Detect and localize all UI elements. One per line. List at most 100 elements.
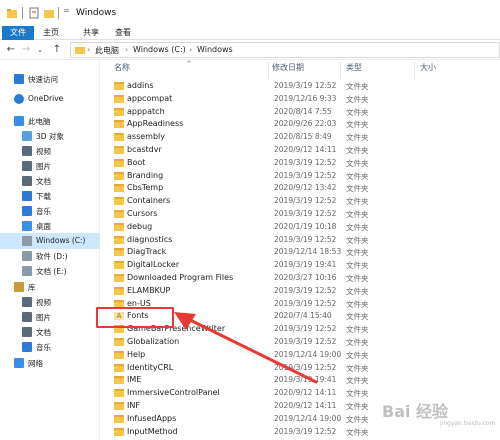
file-row[interactable]: addins 2019/3/19 12:52 文件夹 [100, 80, 500, 93]
sidebar-item-label: Windows (C:) [36, 236, 86, 245]
sidebar-item[interactable]: 图片 [0, 309, 100, 325]
breadcrumb-drive[interactable]: Windows (C:) [133, 45, 186, 54]
file-type: 文件夹 [346, 197, 369, 207]
file-type: 文件夹 [346, 376, 369, 386]
file-name: ELAMBKUP [127, 285, 171, 295]
music-icon [22, 206, 32, 216]
sidebar-item[interactable]: Windows (C:) [0, 233, 100, 249]
file-name: Branding [127, 170, 164, 180]
sidebar-item[interactable]: 文档 (E:) [0, 263, 100, 279]
file-type: 文件夹 [346, 338, 369, 347]
sidebar-item[interactable]: 库 [0, 279, 100, 295]
file-row[interactable]: DigitalLocker 2019/3/19 19:41 文件夹 [100, 259, 500, 272]
file-row[interactable]: debug 2020/1/19 10:18 文件夹 [100, 221, 500, 234]
sidebar-item[interactable]: 网络 [0, 355, 100, 371]
file-type: 文件夹 [346, 146, 369, 155]
sidebar-item[interactable]: 3D 对象 [0, 128, 100, 144]
sidebar-item[interactable]: 下载 [0, 188, 100, 204]
file-row[interactable]: Boot 2019/3/19 12:52 文件夹 [100, 157, 500, 170]
sidebar-item-label: 桌面 [36, 222, 51, 231]
file-date: 2019/3/19 12:52 [274, 234, 337, 244]
file-name: debug [127, 221, 153, 231]
sidebar-item[interactable]: 文档 [0, 324, 100, 340]
new-folder-icon[interactable] [43, 7, 55, 19]
drive-icon [22, 251, 32, 261]
sidebar-item[interactable]: 视频 [0, 294, 100, 310]
file-date: 2019/3/19 12:52 [274, 298, 337, 308]
toolbar-separator [22, 7, 23, 19]
fonts-highlight-box [96, 307, 174, 328]
sidebar-item[interactable]: 视频 [0, 143, 100, 159]
sidebar-item[interactable]: OneDrive [0, 91, 100, 107]
properties-icon[interactable] [28, 7, 40, 19]
file-row[interactable]: Cursors 2019/3/19 12:52 文件夹 [100, 208, 500, 221]
column-header-date[interactable]: 修改日期 [272, 62, 304, 78]
column-header-size[interactable]: 大小 [420, 62, 436, 78]
library-icon [14, 282, 24, 292]
up-arrow-icon[interactable]: ↑ [50, 43, 64, 57]
file-row[interactable]: bcastdvr 2020/9/12 14:11 文件夹 [100, 144, 500, 157]
file-row[interactable]: assembly 2020/8/15 8:49 文件夹 [100, 131, 500, 144]
pointer-arrow-icon [174, 312, 318, 384]
window-title: Windows [76, 8, 117, 18]
tab-file[interactable]: 文件 [2, 26, 34, 40]
breadcrumb-folder[interactable]: Windows [197, 45, 233, 54]
toolbar-separator [58, 7, 59, 19]
file-row[interactable]: DiagTrack 2019/12/14 18:53 文件夹 [100, 246, 500, 259]
tab-view[interactable]: 查看 [112, 26, 134, 40]
file-row[interactable]: diagnostics 2019/3/19 12:52 文件夹 [100, 234, 500, 247]
file-type: 文件夹 [346, 120, 369, 130]
sidebar-item[interactable]: 文档 [0, 173, 100, 189]
breadcrumb-separator: › [189, 45, 193, 54]
sidebar-item[interactable]: 软件 (D:) [0, 248, 100, 264]
file-row[interactable]: Containers 2019/3/19 12:52 文件夹 [100, 195, 500, 208]
file-type: 文件夹 [346, 363, 369, 373]
baidu-watermark: Bai 经验 [382, 402, 449, 421]
sidebar-item-label: 视频 [36, 298, 51, 307]
sidebar-item[interactable]: 图片 [0, 158, 100, 174]
column-header-name[interactable]: 名称 [114, 62, 130, 78]
sidebar-item[interactable]: 音乐 [0, 203, 100, 219]
file-date: 2019/12/14 18:53 [274, 247, 342, 257]
ribbon-tabs: 文件 主页 共享 查看 [0, 26, 500, 40]
file-row[interactable]: InputMethod 2019/3/19 12:52 文件夹 [100, 426, 500, 439]
file-date: 2019/3/19 19:41 [274, 260, 337, 270]
drive-icon [22, 236, 32, 246]
breadcrumb-this-pc[interactable]: 此电脑 [95, 45, 119, 56]
tab-share[interactable]: 共享 [80, 26, 102, 40]
download-icon [22, 191, 32, 201]
forward-arrow-icon[interactable]: → [19, 43, 33, 57]
folder-icon [114, 107, 124, 116]
file-row[interactable]: AppReadiness 2020/9/26 22:03 文件夹 [100, 118, 500, 131]
back-arrow-icon[interactable]: ← [4, 43, 18, 57]
breadcrumb-separator: › [87, 45, 91, 54]
file-date: 2020/9/12 13:42 [274, 183, 337, 193]
folder-icon [114, 363, 124, 372]
recent-chevron-icon[interactable]: ⌄ [33, 43, 47, 57]
file-row[interactable]: Branding 2019/3/19 12:52 文件夹 [100, 170, 500, 183]
file-date: 2020/1/19 10:18 [274, 221, 337, 231]
column-header-type[interactable]: 类型 [346, 62, 362, 78]
folder-icon [114, 82, 124, 90]
file-date: 2020/9/26 22:03 [274, 119, 337, 129]
file-name: Boot [127, 157, 146, 167]
sidebar-item[interactable]: 音乐 [0, 339, 100, 355]
tab-home[interactable]: 主页 [40, 26, 62, 40]
column-divider [414, 62, 415, 78]
file-row[interactable]: apppatch 2020/8/14 7:55 文件夹 [100, 106, 500, 119]
file-row[interactable]: appcompat 2019/12/16 9:33 文件夹 [100, 93, 500, 106]
file-name: Cursors [127, 209, 158, 218]
file-date: 2019/3/19 12:52 [274, 426, 337, 436]
chevron-down-icon[interactable]: = [63, 6, 70, 18]
sidebar-item-label: 视频 [36, 147, 51, 156]
file-row[interactable]: CbsTemp 2020/9/12 13:42 文件夹 [100, 182, 500, 195]
sidebar-item[interactable]: 此电脑 [0, 113, 100, 129]
breadcrumb[interactable]: › 此电脑 › Windows (C:) › Windows [70, 42, 500, 58]
file-name: diagnostics [127, 234, 173, 244]
address-bar: ← → ⌄ ↑ › 此电脑 › Windows (C:) › Windows [0, 40, 500, 60]
file-row[interactable]: ELAMBKUP 2019/3/19 12:52 文件夹 [100, 285, 500, 298]
file-row[interactable]: Downloaded Program Files 2020/3/27 10:16 文… [100, 272, 500, 285]
sidebar-item[interactable]: 桌面 [0, 218, 100, 234]
file-date: 2019/12/14 19:00 [274, 413, 342, 423]
sidebar-item[interactable]: 快速访问 [0, 71, 100, 87]
